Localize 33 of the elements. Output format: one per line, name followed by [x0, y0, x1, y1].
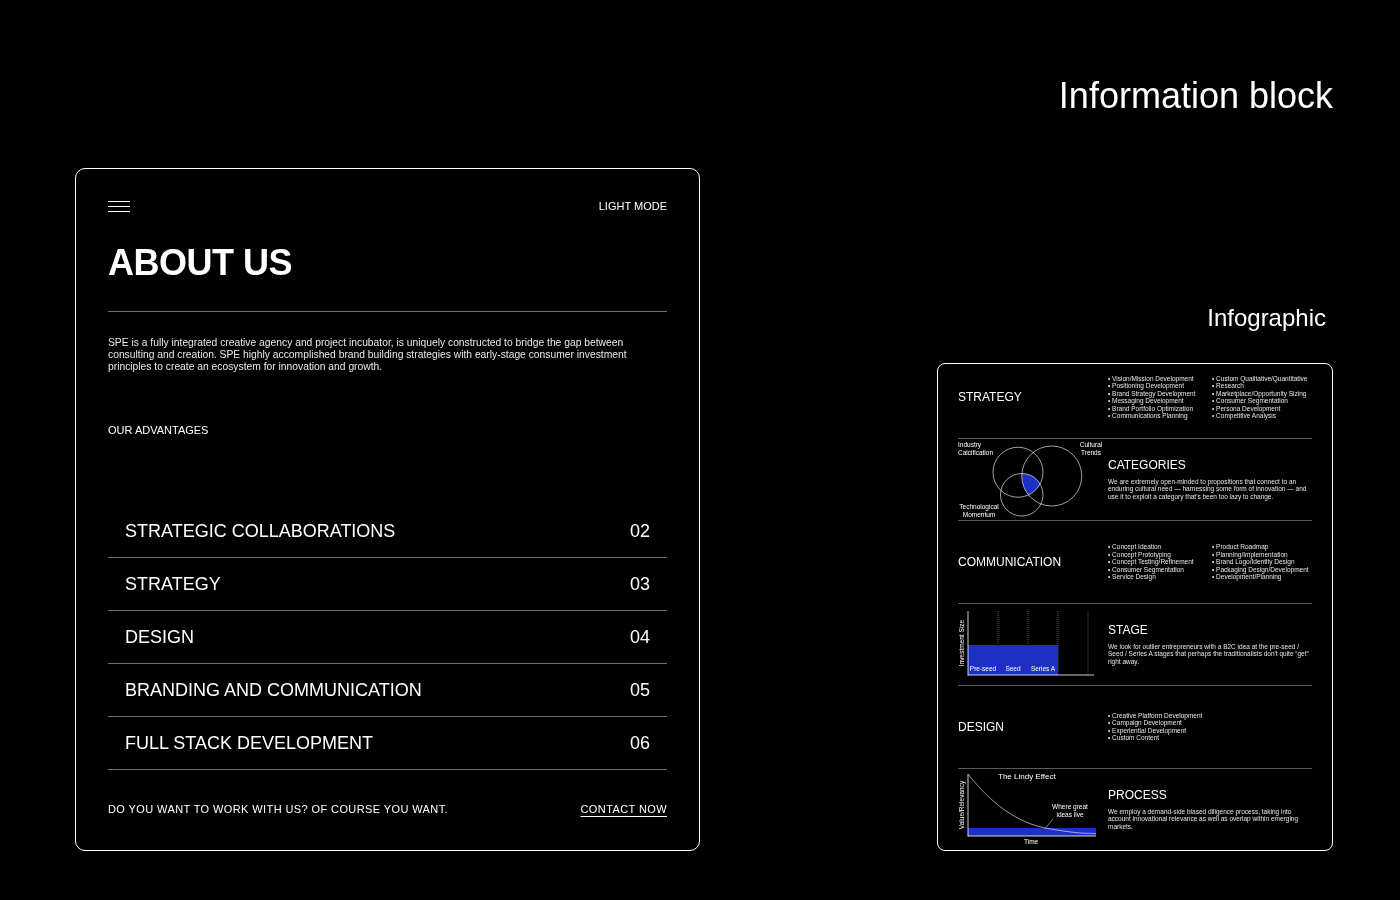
section-heading: Infographic — [1207, 306, 1326, 330]
advantage-number: 04 — [629, 628, 650, 646]
page-title: ABOUT US — [108, 245, 292, 281]
advantage-label: FULL STACK DEVELOPMENT — [125, 734, 374, 752]
section-title: COMMUNICATION — [958, 556, 1062, 569]
overlap-region — [1021, 473, 1041, 495]
section-title: PROCESS — [1108, 788, 1167, 801]
page-heading: Information block — [1058, 78, 1333, 114]
venn-circle — [1000, 472, 1044, 516]
stage-bar — [1028, 644, 1058, 675]
footer-prompt: DO YOU WANT TO WORK WITH US? OF COURSE YOU WANT. — [108, 802, 449, 816]
advantage-number: 05 — [629, 681, 650, 699]
advantage-number: 06 — [629, 734, 650, 752]
section-title: STAGE — [1108, 623, 1148, 636]
chart-title: The Lindy Effect — [998, 772, 1056, 783]
venn-circle — [1021, 445, 1083, 506]
venn-circle — [992, 446, 1044, 498]
advantage-label: DESIGN — [125, 628, 194, 646]
advantage-label: STRATEGIC COLLABORATIONS — [125, 522, 396, 540]
leader-line — [1044, 819, 1054, 830]
section-title: STRATEGY — [958, 391, 1022, 403]
menu-icon[interactable] — [108, 200, 130, 212]
advantage-label: BRANDING AND COMMUNICATION — [125, 681, 422, 699]
stage-bar — [968, 644, 998, 675]
advantage-label: STRATEGY — [125, 575, 221, 593]
light-mode-toggle[interactable]: LIGHT MODE — [598, 199, 667, 213]
intro-paragraph: SPE is a fully integrated creative agency and project incubator, is uniquely constructed to bridge the gap between consulting and creation. SPE highly accomplished brand building strategies with early-stage consumer investment principles to create an ecosystem for innovation and growth. — [108, 337, 628, 373]
section-label: OUR ADVANTAGES — [108, 423, 209, 437]
contact-link[interactable]: CONTACT NOW — [580, 802, 667, 816]
section-title: DESIGN — [958, 720, 1004, 733]
advantage-number: 03 — [629, 575, 650, 593]
section-title: CATEGORIES — [1108, 458, 1186, 471]
advantage-number: 02 — [629, 522, 650, 540]
